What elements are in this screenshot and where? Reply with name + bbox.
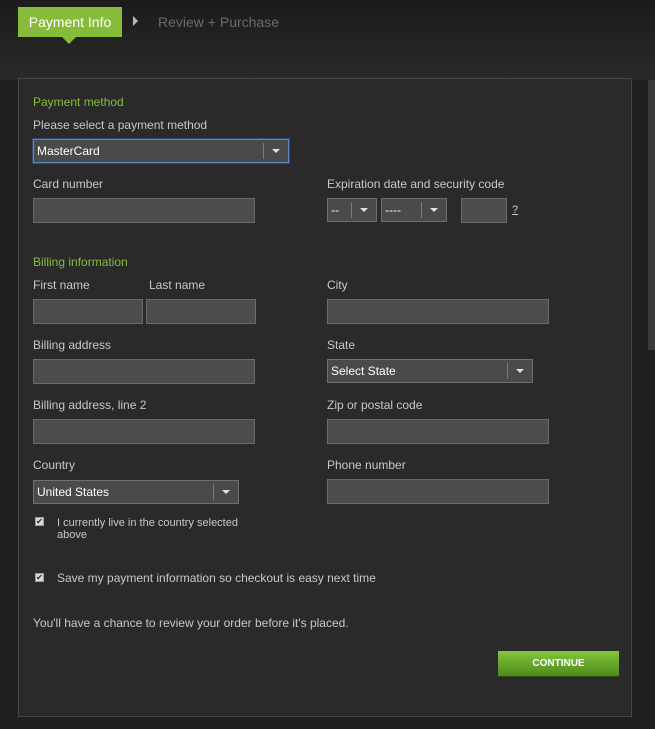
first-name-input[interactable] [33, 299, 143, 324]
chevron-down-icon [430, 208, 438, 212]
payment-method-prompt: Please select a payment method [33, 118, 208, 132]
country-value: United States [37, 485, 110, 499]
country-label: Country [33, 458, 76, 472]
phone-label: Phone number [327, 458, 406, 472]
expiration-year-value: ---- [385, 203, 401, 217]
select-divider [421, 202, 422, 218]
chevron-down-icon [360, 208, 368, 212]
step-arrow-icon [133, 16, 138, 26]
billing-address-label: Billing address [33, 338, 112, 352]
state-value: Select State [331, 364, 396, 378]
save-payment-label: Save my payment information so checkout … [57, 571, 376, 585]
first-name-label: First name [33, 278, 90, 292]
state-select[interactable]: Select State [327, 359, 533, 383]
chevron-down-icon [272, 149, 280, 153]
save-payment-checkbox[interactable]: ✔ [35, 573, 44, 582]
zip-input[interactable] [327, 419, 549, 444]
step-payment-info[interactable]: Payment Info [18, 7, 122, 44]
payment-method-value: MasterCard [37, 144, 100, 158]
city-input[interactable] [327, 299, 549, 324]
city-label: City [327, 278, 348, 292]
page-edge [648, 80, 655, 350]
live-in-country-label: I currently live in the country selected… [57, 517, 238, 541]
expiration-month-value: -- [331, 203, 339, 217]
chevron-down-icon [516, 369, 524, 373]
last-name-label: Last name [149, 278, 206, 292]
step-review-purchase[interactable]: Review + Purchase [158, 7, 279, 37]
payment-method-heading: Payment method [33, 95, 124, 109]
last-name-input[interactable] [146, 299, 256, 324]
continue-button[interactable]: CONTINUE [498, 651, 619, 677]
select-divider [351, 202, 352, 218]
billing-address2-label: Billing address, line 2 [33, 398, 147, 412]
phone-input[interactable] [327, 479, 549, 504]
select-divider [213, 484, 214, 500]
state-label: State [327, 338, 356, 352]
expiration-year-select[interactable]: ---- [381, 198, 447, 222]
billing-info-heading: Billing information [33, 255, 128, 269]
payment-method-select[interactable]: MasterCard [33, 139, 289, 163]
select-divider [507, 363, 508, 379]
review-note: You'll have a chance to review your orde… [33, 616, 349, 630]
zip-label: Zip or postal code [327, 398, 423, 412]
billing-address2-input[interactable] [33, 419, 255, 444]
security-code-input[interactable] [461, 198, 507, 223]
chevron-down-icon [222, 490, 230, 494]
live-in-country-checkbox[interactable]: ✔ [35, 517, 44, 526]
payment-form-panel: Payment method Please select a payment m… [18, 78, 632, 717]
card-number-input[interactable] [33, 198, 255, 223]
card-number-label: Card number [33, 177, 104, 191]
country-select[interactable]: United States [33, 480, 239, 504]
billing-address-input[interactable] [33, 359, 255, 384]
select-divider [263, 143, 264, 159]
expiration-label: Expiration date and security code [327, 177, 505, 191]
expiration-month-select[interactable]: -- [327, 198, 377, 222]
security-code-help-link[interactable]: ? [512, 204, 518, 216]
